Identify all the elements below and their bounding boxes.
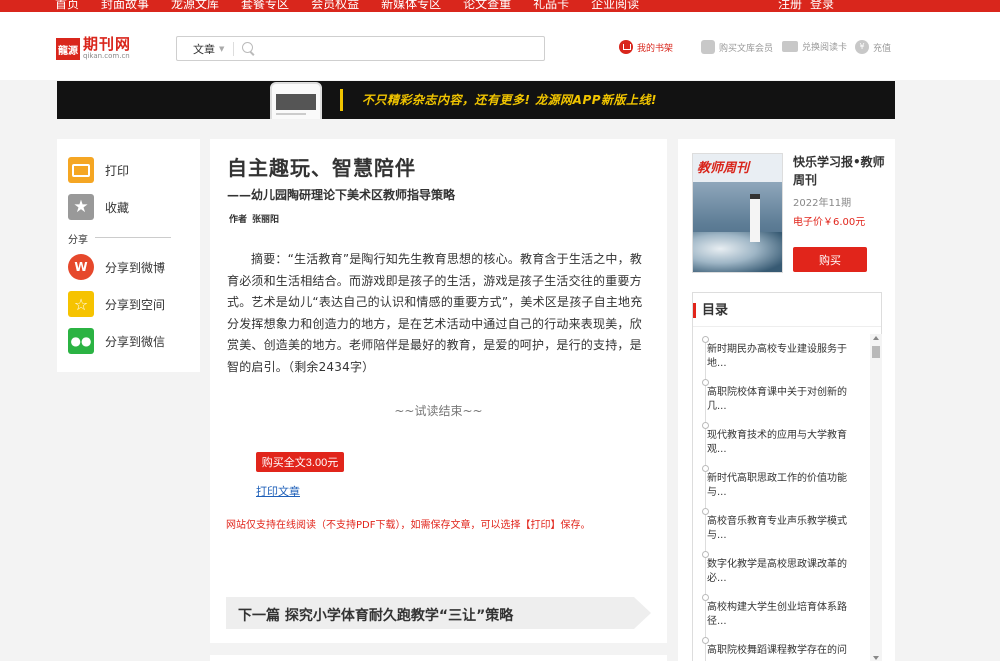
author-name[interactable]: 张丽阳 <box>252 215 279 225</box>
article-panel-lower <box>210 655 667 661</box>
article-abstract: 摘要：“生活教育”是陶行知先生教育思想的核心。教育含于生活之中，教育必须和生活相… <box>227 252 643 374</box>
share-wechat[interactable]: ●● 分享到微信 <box>68 328 165 354</box>
magazine-cover[interactable]: 教师周刊 <box>692 153 783 273</box>
trial-end-text: ~~试读结束~~ <box>394 404 483 418</box>
site-logo[interactable]: 龍源 期刊网 qikan.com.cn <box>56 37 131 61</box>
share-divider <box>95 237 171 238</box>
article-title: 自主趣玩、智慧陪伴 <box>227 156 416 180</box>
chevron-down-icon: ▼ <box>219 44 225 53</box>
toc-list: 新时期民办高校专业建设服务于地... 高职院校体育课中关于对创新的几... 现代… <box>693 333 869 661</box>
magazine-name[interactable]: 快乐学习报•教师周刊 <box>793 153 891 189</box>
vip-icon <box>701 40 715 54</box>
share-weibo[interactable]: W 分享到微博 <box>68 254 165 280</box>
top-nav-links: 首页 封面故事 龙源文库 套餐专区 会员权益 新媒体专区 论文查重 礼品卡 企业… <box>55 0 639 12</box>
table-of-contents: 目录 新时期民办高校专业建设服务于地... 高职院校体育课中关于对创新的几...… <box>692 292 882 661</box>
bookshelf-icon <box>619 40 633 54</box>
nav-cover-story[interactable]: 封面故事 <box>101 0 149 12</box>
favorite-action[interactable]: ★ 收藏 <box>68 194 129 220</box>
toc-divider <box>693 326 881 327</box>
my-shelf-label: 我的书架 <box>637 43 674 54</box>
buy-magazine-button[interactable]: 购买 <box>793 247 867 272</box>
scroll-up-icon[interactable] <box>873 336 879 340</box>
nav-member-benefits[interactable]: 会员权益 <box>311 0 359 12</box>
share-panel: 打印 ★ 收藏 分享 W 分享到微博 ☆ 分享到空间 ●● 分享到微信 <box>57 139 200 372</box>
banner-divider <box>340 89 343 111</box>
register-link[interactable]: 注册 <box>778 0 802 12</box>
magazine-sidebar: 教师周刊 快乐学习报•教师周刊 2022年11期 电子价￥6.00元 购买 目录… <box>678 139 895 661</box>
print-article-link[interactable]: 打印文章 <box>256 483 300 499</box>
redeem-card-label: 兑换阅读卡 <box>802 43 848 53</box>
recharge-link[interactable]: ¥ 充值 <box>855 40 891 54</box>
star-icon: ★ <box>68 194 94 220</box>
search-scope-select[interactable]: 文章 ▼ <box>177 41 233 57</box>
article-panel: 自主趣玩、智慧陪伴 ——幼儿园陶研理论下美术区教师指导策略 作者 张丽阳 摘要：“… <box>210 139 667 643</box>
logo-badge: 龍源 <box>56 38 80 60</box>
redeem-card-link[interactable]: 兑换阅读卡 <box>782 40 847 53</box>
search-icon[interactable] <box>242 41 256 56</box>
weibo-icon: W <box>68 254 94 280</box>
cover-title: 教师周刊 <box>697 161 750 176</box>
banner-slogan: 不只精彩杂志内容，还有更多! 龙源网APP新版上线! <box>362 93 658 107</box>
toc-item[interactable]: 高校构建大学生创业培育体系路径... <box>702 594 857 629</box>
search-input[interactable] <box>262 37 544 60</box>
author-label: 作者 <box>229 215 248 225</box>
share-qzone-label: 分享到空间 <box>105 297 166 312</box>
my-shelf-link[interactable]: 我的书架 <box>619 40 673 54</box>
share-weibo-label: 分享到微博 <box>105 260 166 275</box>
nav-gift-card[interactable]: 礼品卡 <box>533 0 569 12</box>
nav-packages[interactable]: 套餐专区 <box>241 0 289 12</box>
app-promo-banner[interactable]: 不只精彩杂志内容，还有更多! 龙源网APP新版上线! <box>57 81 895 119</box>
next-article-label: 下一篇 探究小学体育耐久跑教学“三让”策略 <box>238 608 514 624</box>
nav-enterprise-reading[interactable]: 企业阅读 <box>591 0 639 12</box>
toc-item[interactable]: 现代教育技术的应用与大学教育观... <box>702 422 857 457</box>
wechat-icon: ●● <box>68 328 94 354</box>
search-bar: 文章 ▼ <box>176 36 545 61</box>
login-link[interactable]: 登录 <box>810 0 834 12</box>
printer-icon <box>68 157 94 183</box>
nav-library[interactable]: 龙源文库 <box>171 0 219 12</box>
site-header: 龍源 期刊网 qikan.com.cn 文章 ▼ 我的书架 购买文库会员 兑换阅… <box>0 12 1000 80</box>
yen-icon: ¥ <box>855 40 869 54</box>
magazine-issue: 2022年11期 <box>793 198 852 209</box>
buy-vip-link[interactable]: 购买文库会员 <box>701 40 773 54</box>
toc-scrollbar[interactable] <box>870 334 882 661</box>
favorite-label: 收藏 <box>105 200 130 215</box>
toc-item[interactable]: 高职院校体育课中关于对创新的几... <box>702 379 857 414</box>
phone-illustration <box>270 82 322 119</box>
search-scope-label: 文章 <box>193 42 215 56</box>
share-wechat-label: 分享到微信 <box>105 334 166 349</box>
share-section-label: 分享 <box>68 235 88 246</box>
article-subtitle: ——幼儿园陶研理论下美术区教师指导策略 <box>227 188 456 202</box>
qzone-star-icon: ☆ <box>68 291 94 317</box>
top-nav-bar: 首页 封面故事 龙源文库 套餐专区 会员权益 新媒体专区 论文查重 礼品卡 企业… <box>0 0 1000 12</box>
nav-home[interactable]: 首页 <box>55 0 79 12</box>
toc-item[interactable]: 新时代高职思政工作的价值功能与... <box>702 465 857 500</box>
nav-new-media[interactable]: 新媒体专区 <box>381 0 441 12</box>
magazine-price: 电子价￥6.00元 <box>793 217 866 228</box>
scrollbar-thumb[interactable] <box>872 346 880 358</box>
logo-domain: qikan.com.cn <box>83 52 130 60</box>
search-divider <box>233 41 234 56</box>
nav-plagiarism-check[interactable]: 论文查重 <box>463 0 511 12</box>
toc-item[interactable]: 数字化教学是高校思政课改革的必... <box>702 551 857 586</box>
buy-vip-label: 购买文库会员 <box>719 43 774 54</box>
print-action[interactable]: 打印 <box>68 157 129 183</box>
toc-heading: 目录 <box>693 303 728 318</box>
article-author: 作者 张丽阳 <box>229 212 279 225</box>
buy-full-text-button[interactable]: 购买全文3.00元 <box>256 452 344 472</box>
auth-links: 注册 登录 <box>778 0 834 12</box>
logo-name: 期刊网 <box>83 35 132 53</box>
recharge-label: 充值 <box>873 43 892 54</box>
toc-item[interactable]: 高校音乐教育专业声乐教学模式与... <box>702 508 857 543</box>
scroll-down-icon[interactable] <box>873 656 879 660</box>
toc-item[interactable]: 高职院校舞蹈课程教学存在的问 <box>702 637 857 658</box>
card-icon <box>782 41 798 52</box>
lighthouse-image <box>750 194 760 242</box>
next-article-link[interactable]: 下一篇 探究小学体育耐久跑教学“三让”策略 <box>226 597 651 629</box>
toc-item[interactable]: 新时期民办高校专业建设服务于地... <box>702 336 857 371</box>
download-notice: 网站仅支持在线阅读（不支持PDF下载），如需保存文章，可以选择【打印】保存。 <box>226 520 591 531</box>
print-label: 打印 <box>105 163 130 178</box>
share-qzone[interactable]: ☆ 分享到空间 <box>68 291 165 317</box>
